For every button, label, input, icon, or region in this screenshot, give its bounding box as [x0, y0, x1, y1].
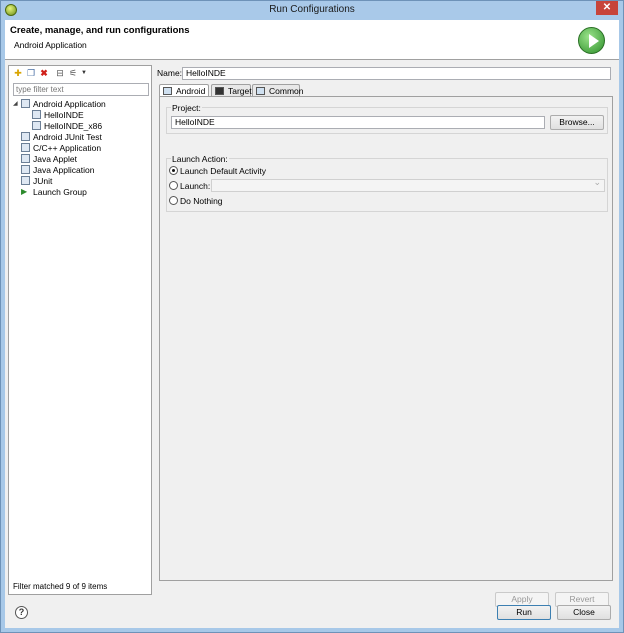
- tree-item-junit[interactable]: JUnit: [13, 176, 149, 187]
- tree-item-label: C/C++ Application: [33, 143, 102, 153]
- radio-unchecked-icon[interactable]: [169, 196, 178, 206]
- dropdown-icon[interactable]: ▼: [79, 68, 89, 78]
- launch-activity-option[interactable]: Launch:: [169, 180, 210, 192]
- tree-item-helloinde[interactable]: HelloINDE: [13, 110, 149, 121]
- radio-unchecked-icon[interactable]: [169, 181, 178, 191]
- tree-item-label: HelloINDE: [44, 110, 84, 120]
- project-input[interactable]: HelloINDE: [171, 116, 545, 129]
- browse-button[interactable]: Browse...: [550, 115, 604, 130]
- title-bar: Run Configurations ✕: [1, 1, 623, 20]
- collapse-all-icon[interactable]: ⊟: [55, 68, 65, 78]
- tree-item-android-junit-test[interactable]: Android JUnit Test: [13, 132, 149, 143]
- launch-default-activity-option[interactable]: Launch Default Activity: [169, 165, 266, 177]
- name-label: Name:: [157, 68, 183, 78]
- expanded-triangle-icon[interactable]: ◢: [13, 99, 21, 110]
- configurations-toolbar: ✚ ❐ ✖ ⊟ ⚟ ▼: [9, 66, 151, 80]
- tab-label: Target: [228, 86, 252, 96]
- android-config-icon: [32, 110, 41, 120]
- tree-item-label: JUnit: [33, 176, 53, 186]
- configurations-tree: ◢ Android Application HelloINDE HelloINDE…: [13, 99, 149, 198]
- option-label: Launch Default Activity: [180, 166, 266, 176]
- tree-item-label: Android Application: [33, 99, 106, 109]
- tree-item-java-applet[interactable]: Java Applet: [13, 154, 149, 165]
- filter-icon[interactable]: ⚟: [68, 68, 78, 78]
- launch-activity-combo: [211, 177, 605, 192]
- project-group: Project: HelloINDE Browse...: [166, 103, 608, 134]
- close-window-button[interactable]: ✕: [596, 1, 618, 15]
- run-configurations-window: Run Configurations ✕ Create, manage, and…: [0, 0, 624, 633]
- tree-item-helloinde-x86[interactable]: HelloINDE_x86: [13, 121, 149, 132]
- tree-item-label: Java Application: [33, 165, 95, 175]
- android-tab-icon: [163, 87, 172, 95]
- cpp-icon: [21, 143, 30, 153]
- filter-input[interactable]: [13, 83, 149, 96]
- do-nothing-option[interactable]: Do Nothing: [169, 195, 223, 207]
- tree-item-label: Launch Group: [33, 187, 87, 197]
- applet-icon: [21, 154, 30, 164]
- tab-label: Common: [269, 86, 304, 96]
- dialog-header: Create, manage, and run configurations A…: [5, 20, 619, 60]
- launch-action-label: Launch Action:: [171, 154, 229, 164]
- common-tab-icon: [256, 87, 265, 95]
- radio-checked-icon[interactable]: [169, 166, 178, 176]
- new-config-icon[interactable]: ✚: [13, 68, 23, 78]
- tab-label: Android: [176, 86, 206, 96]
- launch-action-group: Launch Action: Launch Default Activity L…: [166, 154, 608, 212]
- run-button[interactable]: Run: [497, 605, 551, 620]
- close-button[interactable]: Close: [557, 605, 611, 620]
- tree-item-label: Android JUnit Test: [33, 132, 102, 142]
- android-tab-panel: Project: HelloINDE Browse... Launch Acti…: [159, 96, 613, 581]
- target-tab-icon: [215, 87, 224, 95]
- header-title: Create, manage, and run configurations: [10, 25, 190, 36]
- tree-item-label: Java Applet: [33, 154, 77, 164]
- junit-icon: [21, 176, 30, 186]
- tree-item-cpp-application[interactable]: C/C++ Application: [13, 143, 149, 154]
- tree-item-launch-group[interactable]: ▶ Launch Group: [13, 187, 149, 198]
- configuration-editor: Name: HelloINDE Android Target Common Pr…: [157, 65, 615, 607]
- android-config-icon: [32, 121, 41, 131]
- name-input[interactable]: HelloINDE: [182, 67, 611, 80]
- delete-icon[interactable]: ✖: [39, 68, 49, 78]
- tree-item-java-application[interactable]: Java Application: [13, 165, 149, 176]
- header-subtitle: Android Application: [14, 40, 87, 50]
- filter-status: Filter matched 9 of 9 items: [13, 582, 108, 591]
- tree-item-label: HelloINDE_x86: [44, 121, 103, 131]
- android-app-icon: [21, 99, 30, 109]
- dialog-client: Create, manage, and run configurations A…: [5, 20, 619, 628]
- run-icon: [578, 27, 605, 54]
- window-title: Run Configurations: [269, 4, 355, 15]
- option-label: Launch:: [180, 181, 211, 191]
- configurations-pane: ✚ ❐ ✖ ⊟ ⚟ ▼ ◢ Android Application HelloIN…: [8, 65, 152, 595]
- dialog-button-bar: ? Run Close: [5, 598, 619, 628]
- project-label: Project:: [171, 103, 202, 113]
- java-app-icon: [21, 165, 30, 175]
- help-icon[interactable]: ?: [15, 606, 28, 619]
- duplicate-icon[interactable]: ❐: [26, 68, 36, 78]
- junit-icon: [21, 132, 30, 142]
- tree-item-android-application[interactable]: ◢ Android Application: [13, 99, 149, 110]
- option-label: Do Nothing: [180, 196, 223, 206]
- launch-group-icon: ▶: [21, 187, 28, 197]
